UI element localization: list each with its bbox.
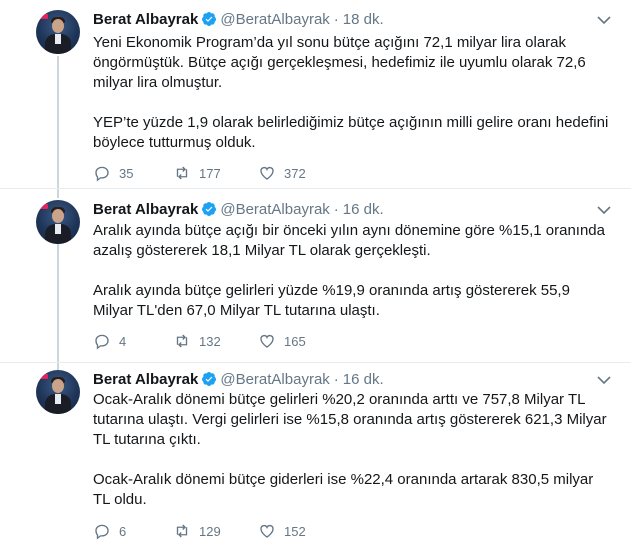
retweet-count: 177	[199, 165, 221, 181]
like-count: 165	[284, 333, 306, 349]
tweet-timestamp[interactable]: 16 dk.	[343, 201, 384, 218]
like-button[interactable]: 372	[258, 163, 306, 183]
separator-dot: ·	[333, 201, 339, 218]
verified-badge-icon	[202, 12, 217, 26]
retweet-count: 132	[199, 333, 221, 349]
tweet-paragraph: Ocak-Aralık dönemi bütçe gelirleri %20,2…	[93, 391, 607, 448]
author-handle[interactable]: @BeratAlbayrak	[220, 371, 329, 388]
reply-button[interactable]: 35	[93, 163, 133, 183]
retweet-button[interactable]: 177	[173, 163, 221, 183]
avatar[interactable]	[36, 10, 80, 54]
tweet-paragraph: Yeni Ekonomik Program’da yıl sonu bütçe …	[93, 34, 586, 91]
author-name[interactable]: Berat Albayrak	[93, 201, 198, 218]
like-count: 152	[284, 523, 306, 539]
tweet-paragraph: Aralık ayında bütçe açığı bir önceki yıl…	[93, 222, 605, 259]
tweet[interactable]: Berat Albayrak @BeratAlbayrak · 18 dk. Yeni…	[0, 0, 631, 189]
chevron-down-icon[interactable]	[597, 15, 611, 25]
retweet-count: 129	[199, 523, 221, 539]
reply-count: 35	[119, 165, 134, 181]
author-name[interactable]: Berat Albayrak	[93, 11, 198, 28]
chevron-down-icon[interactable]	[597, 375, 611, 385]
avatar[interactable]	[36, 370, 80, 414]
tweet-header: Berat Albayrak @BeratAlbayrak · 16 dk.	[93, 370, 384, 390]
reply-icon	[95, 334, 109, 350]
tweet-paragraph: Aralık ayında bütçe gelirleri yüzde %19,…	[93, 282, 570, 319]
tweet-header: Berat Albayrak @BeratAlbayrak · 18 dk.	[93, 10, 384, 30]
retweet-button[interactable]: 132	[173, 331, 221, 351]
reply-count: 6	[119, 523, 127, 539]
reply-count: 4	[119, 333, 127, 349]
retweet-icon	[176, 166, 188, 180]
reply-icon	[95, 166, 109, 182]
like-button[interactable]: 152	[258, 521, 306, 541]
retweet-icon	[176, 334, 188, 348]
tweet-paragraph: Ocak-Aralık dönemi bütçe giderleri ise %…	[93, 471, 594, 508]
tweet-paragraph: YEP’te yüzde 1,9 olarak belirlediğimiz b…	[93, 114, 609, 151]
separator-dot: ·	[333, 11, 339, 28]
avatar[interactable]	[36, 200, 80, 244]
tweet-header: Berat Albayrak @BeratAlbayrak · 16 dk.	[93, 200, 384, 220]
verified-badge-icon	[202, 202, 217, 216]
like-count: 372	[284, 165, 306, 181]
retweet-button[interactable]: 129	[173, 521, 221, 541]
reply-button[interactable]: 6	[93, 521, 126, 541]
tweet[interactable]: Berat Albayrak @BeratAlbayrak · 16 dk. Ocak…	[0, 363, 631, 548]
separator-dot: ·	[333, 371, 339, 388]
heart-icon	[260, 166, 274, 180]
tweet[interactable]: Berat Albayrak @BeratAlbayrak · 16 dk. Aral…	[0, 189, 631, 363]
heart-icon	[260, 524, 274, 538]
tweet-timestamp[interactable]: 18 dk.	[343, 11, 384, 28]
author-handle[interactable]: @BeratAlbayrak	[220, 201, 329, 218]
tweet-text: Ocak-Aralık dönemi bütçe gelirleri %20,2…	[93, 390, 613, 510]
reply-icon	[95, 524, 109, 540]
like-button[interactable]: 165	[258, 331, 306, 351]
author-name[interactable]: Berat Albayrak	[93, 371, 198, 388]
tweet-text: Aralık ayında bütçe açığı bir önceki yıl…	[93, 221, 613, 321]
author-handle[interactable]: @BeratAlbayrak	[220, 11, 329, 28]
chevron-down-icon[interactable]	[597, 205, 611, 215]
tweet-text: Yeni Ekonomik Program’da yıl sonu bütçe …	[93, 33, 613, 153]
verified-badge-icon	[202, 372, 217, 386]
tweet-timestamp[interactable]: 16 dk.	[343, 371, 384, 388]
retweet-icon	[176, 524, 188, 538]
heart-icon	[260, 334, 274, 348]
reply-button[interactable]: 4	[93, 331, 126, 351]
